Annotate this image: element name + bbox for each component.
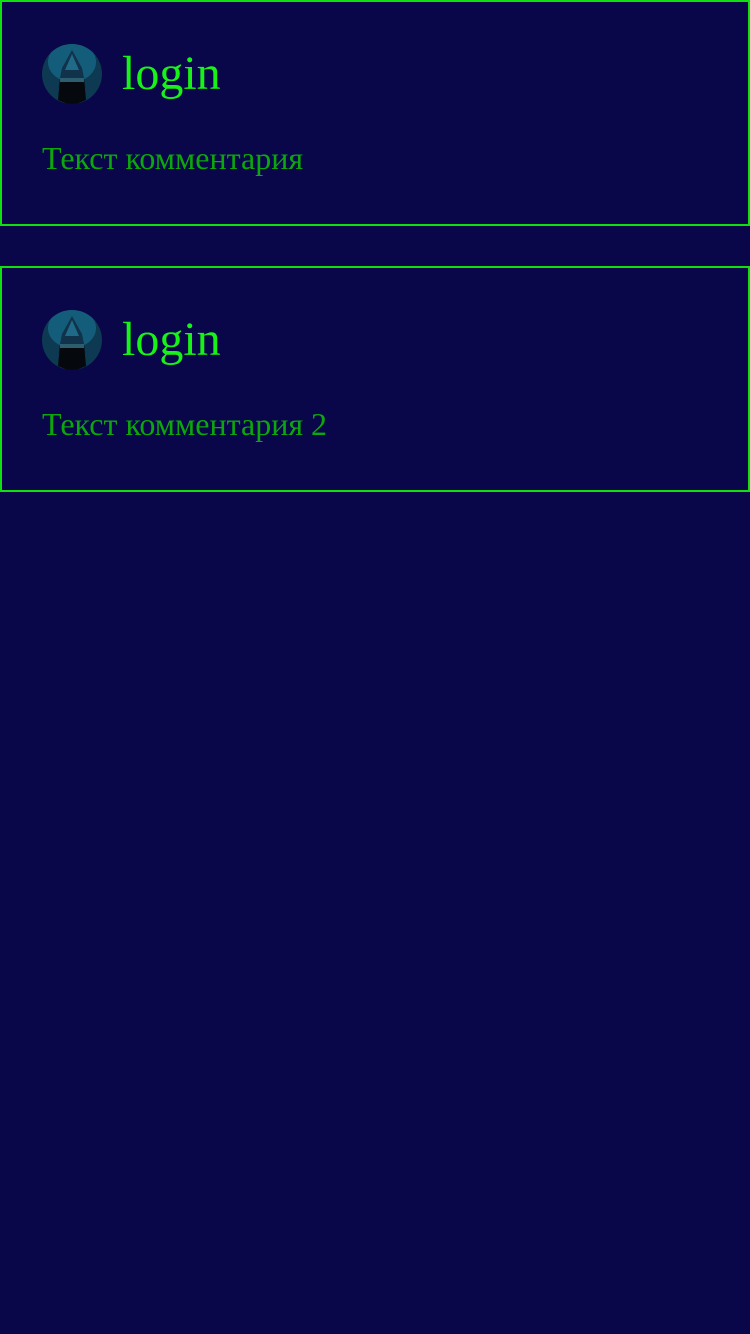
comment-text: Текст комментария 2 [42,406,328,442]
avatar[interactable] [42,310,102,370]
hooded-hacker-icon [42,310,102,370]
comment-header: login [42,44,221,104]
hooded-hacker-icon [42,44,102,104]
comment-header: login [42,310,221,370]
comment-author-login[interactable]: login [122,44,221,104]
comment-text: Текст комментария [42,140,304,176]
avatar[interactable] [42,44,102,104]
comment-card: login Текст комментария [0,0,750,226]
comment-card: login Текст комментария 2 [0,266,750,492]
comment-author-login[interactable]: login [122,310,221,370]
